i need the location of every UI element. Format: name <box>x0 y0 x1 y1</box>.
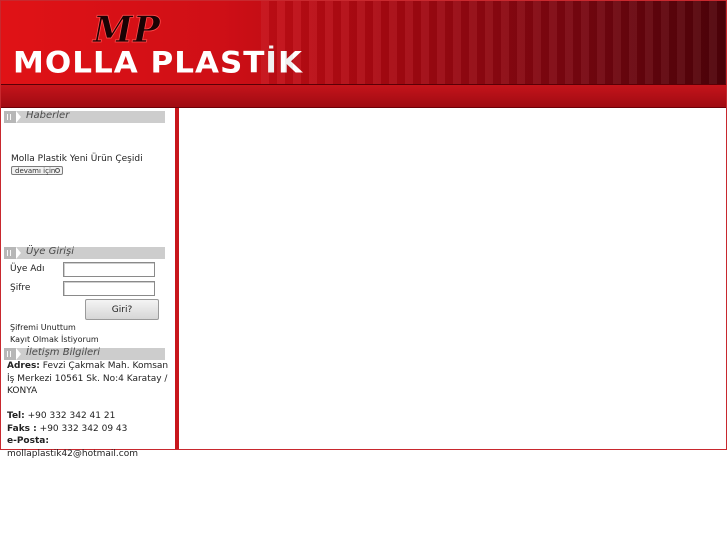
svg-text:MP: MP <box>91 9 161 49</box>
login-submit-button[interactable]: Giri? <box>85 299 159 320</box>
arrow-right-icon <box>16 247 21 259</box>
page-frame: MP MOLLA PLASTİK Haberler Molla Plastik … <box>0 0 727 459</box>
fax-label: Faks : <box>7 424 37 434</box>
login-section-header: Üye Girişi <box>4 246 165 259</box>
email-value[interactable]: mollaplastik42@hotmail.com <box>7 449 138 459</box>
grid-icon <box>4 111 16 123</box>
contact-phone: Tel: +90 332 342 41 21 <box>7 410 172 423</box>
site-header: MP MOLLA PLASTİK <box>1 1 726 85</box>
contact-section-title: İletişm Bilgileri <box>26 347 101 358</box>
forgot-password-link[interactable]: Şifremi Unuttum <box>10 323 76 332</box>
email-label: e-Posta: <box>7 436 49 446</box>
contact-email: e-Posta: mollaplastik42@hotmail.com <box>7 435 172 460</box>
news-more-button[interactable]: devamı için <box>11 166 63 175</box>
arrow-right-icon <box>16 348 21 360</box>
news-section-header: Haberler <box>4 110 165 123</box>
contact-address: Adres: Fevzi Çakmak Mah. Komsan İş Merke… <box>7 360 172 398</box>
phone-label: Tel: <box>7 411 25 421</box>
fax-value: +90 332 342 09 43 <box>39 424 128 434</box>
register-link[interactable]: Kayıt Olmak İstiyorum <box>10 335 99 344</box>
news-item-text[interactable]: Molla Plastik Yeni Ürün Çeşidi <box>11 154 143 164</box>
grid-icon <box>4 348 16 360</box>
go-arrow-icon <box>55 168 60 173</box>
nav-bar <box>1 85 726 108</box>
contact-section-header: İletişm Bilgileri <box>4 347 165 360</box>
brand-logo-text: MOLLA PLASTİK <box>13 45 303 81</box>
news-more-label: devamı için <box>15 167 56 175</box>
logo-mark-icon: MP <box>91 9 161 49</box>
login-section-title: Üye Girişi <box>26 246 74 257</box>
grid-icon <box>4 247 16 259</box>
left-sidebar: Haberler Molla Plastik Yeni Ürün Çeşidi … <box>1 108 176 459</box>
password-label: Şifre <box>10 283 31 293</box>
password-input[interactable] <box>63 281 155 296</box>
news-section-title: Haberler <box>26 110 70 121</box>
column-divider <box>175 108 179 449</box>
arrow-right-icon <box>16 111 21 123</box>
contact-fax: Faks : +90 332 342 09 43 <box>7 423 172 436</box>
phone-value: +90 332 342 41 21 <box>27 411 116 421</box>
address-label: Adres: <box>7 361 40 371</box>
username-input[interactable] <box>63 262 155 277</box>
username-label: Üye Adı <box>10 264 45 274</box>
